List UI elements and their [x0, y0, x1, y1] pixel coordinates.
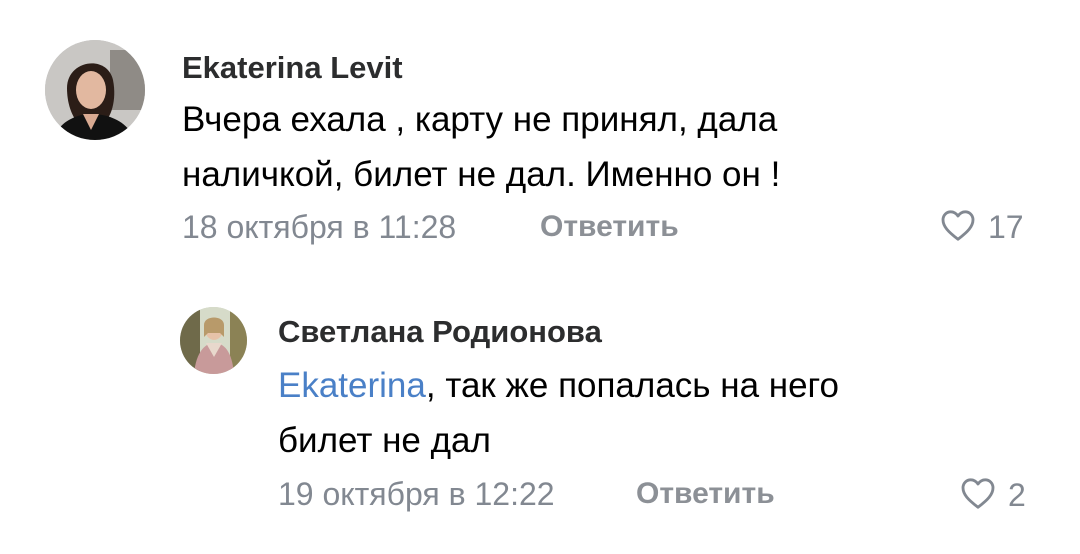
- comment-text-line: Ekaterina, так же попалась на него: [278, 366, 839, 406]
- like-button[interactable]: 17: [940, 208, 1024, 247]
- reply-button[interactable]: Ответить: [636, 477, 775, 511]
- comment-text: , так же попалась на него: [425, 366, 840, 405]
- avatar[interactable]: [45, 40, 145, 140]
- comment-author[interactable]: Светлана Родионова: [278, 314, 602, 350]
- comment-text-line: билет не дал: [278, 421, 491, 460]
- heart-outline-icon: [960, 476, 996, 515]
- heart-outline-icon: [940, 208, 976, 247]
- comment-author[interactable]: Ekaterina Levit: [182, 50, 403, 86]
- reply-button[interactable]: Ответить: [540, 210, 679, 244]
- avatar-photo: [180, 307, 247, 374]
- like-button[interactable]: 2: [960, 476, 1026, 515]
- comment-date[interactable]: 19 октября в 12:22: [278, 476, 555, 513]
- like-count: 2: [1008, 477, 1026, 513]
- comment-text-line: Вчера ехала , карту не принял, дала: [182, 100, 778, 139]
- mention-link[interactable]: Ekaterina: [278, 366, 426, 405]
- comment-text-line: наличкой, билет не дал. Именно он !: [182, 155, 781, 194]
- avatar-photo: [45, 40, 145, 140]
- like-count: 17: [988, 209, 1024, 245]
- comment-date[interactable]: 18 октября в 11:28: [182, 209, 456, 246]
- avatar[interactable]: [180, 307, 247, 374]
